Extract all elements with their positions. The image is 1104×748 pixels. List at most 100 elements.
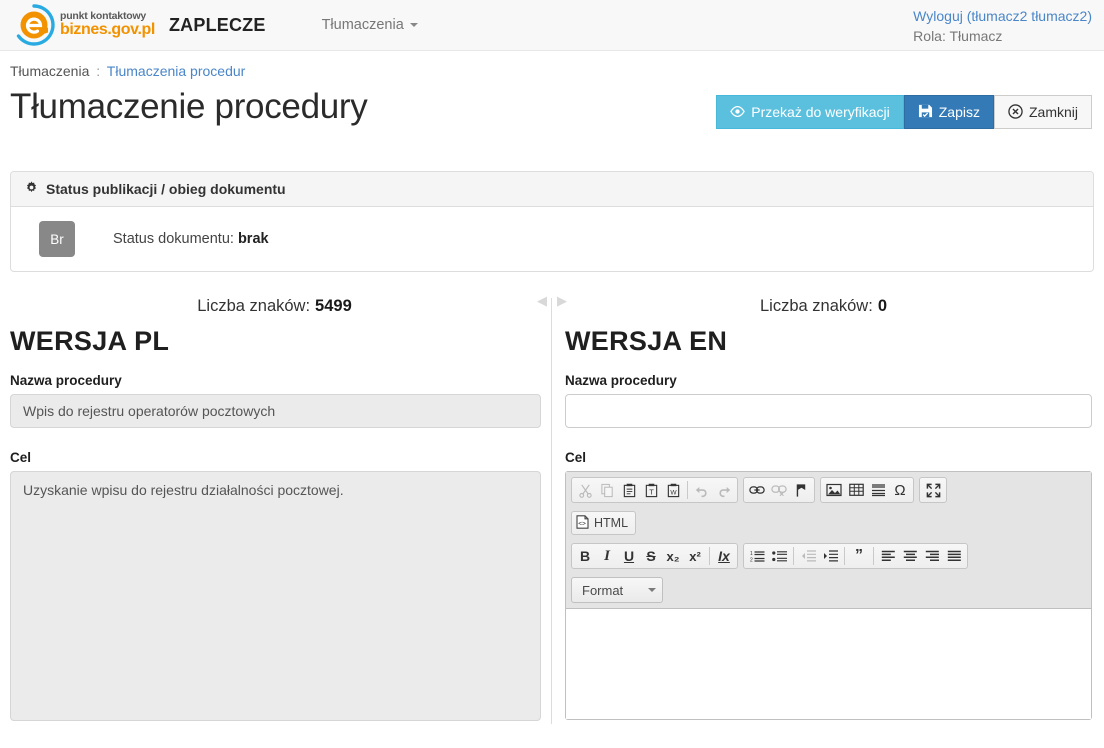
current-user: (tłumacz2 tłumacz2): [966, 8, 1092, 24]
redo-icon[interactable]: [713, 479, 735, 501]
toolbar-separator: [793, 547, 794, 565]
collapse-right-arrow-icon[interactable]: ▶: [557, 294, 567, 307]
undo-icon[interactable]: [691, 479, 713, 501]
svg-text:T: T: [649, 487, 654, 496]
underline-icon[interactable]: U: [618, 545, 640, 567]
bold-glyph: B: [579, 548, 591, 564]
remove-format-icon[interactable]: Ix: [713, 545, 735, 567]
indent-icon[interactable]: [819, 545, 841, 567]
publication-status-header: Status publikacji / obieg dokumentu: [11, 172, 1093, 207]
special-char-icon[interactable]: Ω: [889, 479, 911, 501]
breadcrumb-current[interactable]: Tłumaczenia procedur: [107, 63, 246, 79]
toolbar-group-paragraph: 12 ”: [743, 543, 968, 569]
omega-glyph: Ω: [894, 481, 906, 499]
logout-line: Wyloguj (tłumacz2 tłumacz2): [913, 6, 1092, 26]
send-to-verification-label: Przekaż do weryfikacji: [751, 104, 890, 120]
cut-icon[interactable]: [574, 479, 596, 501]
en-name-label: Nazwa procedury: [565, 373, 677, 388]
publication-status-body: Br Status dokumentu: brak: [11, 207, 1093, 271]
breadcrumb-root: Tłumaczenia: [10, 63, 90, 79]
chevron-down-icon: [409, 23, 418, 27]
link-icon[interactable]: [746, 479, 768, 501]
superscript-glyph: x²: [689, 548, 701, 564]
paste-word-icon[interactable]: W: [662, 479, 684, 501]
pl-goal-label: Cel: [10, 450, 32, 465]
eye-icon: [730, 105, 746, 120]
blockquote-icon[interactable]: ”: [848, 545, 870, 567]
bulleted-list-icon[interactable]: [768, 545, 790, 567]
page-header: Tłumaczenie procedury Przekaż do weryfik…: [0, 79, 1104, 151]
image-icon[interactable]: [823, 479, 845, 501]
column-divider: [551, 298, 552, 724]
status-badge: Br: [39, 221, 75, 257]
toolbar-group-links: [743, 477, 815, 503]
pl-goal-textarea: Uzyskanie wpisu do rejestru działalności…: [10, 471, 541, 721]
en-spacer: [565, 428, 1092, 450]
superscript-icon[interactable]: x²: [684, 545, 706, 567]
svg-text:1: 1: [750, 551, 753, 557]
breadcrumb-separator: :: [96, 63, 101, 79]
strike-icon[interactable]: S: [640, 545, 662, 567]
align-right-icon[interactable]: [921, 545, 943, 567]
save-label: Zapisz: [938, 104, 980, 120]
pl-name-label: Nazwa procedury: [10, 373, 122, 388]
outdent-icon[interactable]: [797, 545, 819, 567]
subscript-glyph: x₂: [666, 548, 680, 564]
align-center-icon[interactable]: [899, 545, 921, 567]
italic-glyph: I: [604, 547, 610, 564]
toolbar-group-insert: Ω: [820, 477, 914, 503]
brand-block[interactable]: punkt kontaktowy biznes.gov.pl ZAPLECZE: [10, 3, 266, 47]
biznes-gov-pl-logo-icon: [16, 4, 55, 46]
source-html-label: HTML: [594, 516, 629, 530]
format-dropdown[interactable]: Format: [571, 577, 663, 603]
en-counter-value: 0: [877, 296, 887, 315]
editor-content-area[interactable]: [566, 609, 1091, 719]
paste-text-icon[interactable]: T: [640, 479, 662, 501]
nav-item-tlumaczenia[interactable]: Tłumaczenia: [314, 11, 426, 39]
collapse-left-arrow-icon[interactable]: ◀: [537, 294, 547, 307]
column-en: WERSJA EN Nazwa procedury Cel T W Ω <> H…: [551, 326, 1102, 724]
anchor-icon[interactable]: [790, 479, 812, 501]
source-html-button[interactable]: <> HTML: [571, 511, 637, 535]
en-goal-label: Cel: [565, 450, 587, 465]
column-pl: WERSJA PL Nazwa procedury Wpis do rejest…: [0, 326, 551, 724]
unlink-icon[interactable]: [768, 479, 790, 501]
close-circle-icon: [1008, 103, 1023, 121]
app-name: ZAPLECZE: [168, 14, 266, 35]
pl-spacer: [10, 428, 541, 450]
document-status-text: Status dokumentu: brak: [113, 231, 269, 247]
pl-counter-label: Liczba znaków:: [197, 296, 311, 315]
numbered-list-icon[interactable]: 12: [746, 545, 768, 567]
pl-counter-value: 5499: [315, 296, 352, 315]
table-icon[interactable]: [845, 479, 867, 501]
nav-item-label: Tłumaczenia: [321, 17, 404, 33]
save-button[interactable]: Zapisz: [903, 95, 994, 129]
paste-icon[interactable]: [618, 479, 640, 501]
close-button[interactable]: Zamknij: [993, 95, 1092, 129]
toolbar-separator: [844, 547, 845, 565]
toolbar-group-basic-styles: B I U S x₂ x² Ix: [571, 543, 738, 569]
source-code-icon: <>: [576, 514, 589, 532]
subscript-icon[interactable]: x₂: [662, 545, 684, 567]
maximize-icon[interactable]: [922, 479, 944, 501]
horizontal-rule-icon[interactable]: [867, 479, 889, 501]
en-name-input[interactable]: [565, 394, 1092, 428]
svg-text:W: W: [670, 489, 677, 496]
character-counter-row: Liczba znaków: 5499 Liczba znaków: 0 ◀ ▶: [0, 286, 1104, 326]
user-role: Rola: Tłumacz: [913, 28, 1003, 45]
copy-icon[interactable]: [596, 479, 618, 501]
pl-character-counter: Liczba znaków: 5499: [0, 286, 549, 326]
user-area: Wyloguj (tłumacz2 tłumacz2) Rola: Tłumac…: [913, 6, 1092, 47]
toolbar-separator: [873, 547, 874, 565]
italic-icon[interactable]: I: [596, 545, 618, 567]
align-left-icon[interactable]: [877, 545, 899, 567]
format-dropdown-label: Format: [582, 582, 624, 598]
logout-link[interactable]: Wyloguj: [913, 8, 963, 24]
pl-name-input: Wpis do rejestru operatorów pocztowych: [10, 394, 541, 428]
bold-icon[interactable]: B: [574, 545, 596, 567]
align-justify-icon[interactable]: [943, 545, 965, 567]
logo[interactable]: punkt kontaktowy biznes.gov.pl: [10, 3, 155, 47]
breadcrumb: Tłumaczenia : Tłumaczenia procedur: [0, 51, 1104, 79]
en-counter-label: Liczba znaków:: [760, 296, 873, 315]
send-to-verification-button[interactable]: Przekaż do weryfikacji: [716, 95, 904, 129]
